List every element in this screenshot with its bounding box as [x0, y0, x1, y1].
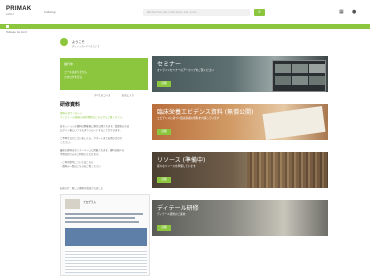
thumbnail-table	[65, 249, 147, 273]
banner-subtitle: エビデンスに基づく臨床栄養の資料を公開しています	[157, 117, 220, 120]
search-button[interactable]: ⌕	[254, 9, 265, 16]
banner-subtitle: ディテール研修のご案内	[157, 213, 186, 216]
thumbnail-text-line	[65, 221, 139, 223]
thumbnail-image	[65, 199, 80, 209]
brand-logo-subtitle: Institut	[6, 13, 14, 16]
section-text-line: ログイン後にいつでもダウンロードすることができます。	[60, 129, 122, 132]
banner-title: 臨床栄養エビデンス資料 (無償公開)	[157, 109, 254, 116]
section-text-line: 学習目的でのみご利用いただけます。	[60, 153, 101, 156]
thumbnail-highlight-block	[65, 228, 147, 246]
favorites-link[interactable]: お気に入り	[122, 93, 134, 97]
banner-button[interactable]: 詳細	[157, 129, 171, 135]
card-links: すべてのコース お気に入り	[60, 93, 148, 99]
section-text-line: ください。	[60, 141, 72, 144]
banner-button[interactable]: 詳細	[157, 177, 171, 183]
thumbnail-text-line	[65, 217, 135, 219]
clinical-nutrition-banner[interactable]: 臨床栄養エビデンス資料 (無償公開) エビデンスに基づく臨床栄養の資料を公開して…	[152, 104, 328, 140]
bookshelf-image	[247, 152, 328, 188]
thumbnail-text-line	[65, 213, 143, 215]
banner-title: リソース (準備中)	[157, 157, 206, 164]
papers-image	[262, 105, 326, 140]
menu-icon[interactable]	[6, 25, 9, 28]
banner-subtitle: 様々なリソースを準備しています	[157, 165, 196, 168]
banner-title: セミナー	[157, 61, 182, 68]
brand-logo[interactable]: PRIMAK	[6, 6, 31, 12]
nav-item-catalog[interactable]: Catalog	[44, 10, 56, 14]
laptop-image	[272, 60, 326, 92]
accent-bar	[0, 24, 370, 29]
breadcrumb[interactable]: Tableau de bord	[6, 31, 27, 34]
banner-button[interactable]: 詳細	[157, 225, 171, 231]
progress-card-link[interactable]: カタログを見る	[64, 75, 82, 79]
banner-subtitle: オンラインセミナーのアーカイブをご覧ください	[157, 69, 214, 72]
progress-card-title: 進行中	[64, 62, 74, 66]
resources-banner[interactable]: リソース (準備中) 様々なリソースを準備しています 詳細	[152, 152, 328, 188]
section-footer-note: お知らせ：新しい資料が追加されました	[60, 187, 103, 190]
materials-list-link[interactable]: ・資料の一覧はこちらをご覧ください	[60, 164, 101, 168]
banner-button[interactable]: 詳細	[157, 81, 171, 87]
progress-card-text: コースはありません	[64, 71, 88, 74]
top-navigation-bar: PRIMAK Institut Catalog Recherchez des c…	[0, 0, 370, 25]
document-thumbnail[interactable]: プログラム	[60, 194, 150, 276]
user-icon[interactable]: ●	[352, 9, 356, 15]
progress-card: 進行中 コースはありません カタログを見る	[60, 58, 148, 90]
detail-training-banner[interactable]: ディテール研修 ディテール研修のご案内 詳細	[152, 200, 328, 236]
seminar-banner[interactable]: セミナー オンラインセミナーのアーカイブをご覧ください 詳細	[152, 56, 328, 92]
all-courses-link[interactable]: すべてのコース	[94, 93, 110, 97]
avatar[interactable]	[60, 38, 68, 46]
search-input[interactable]: Recherchez des collections, des cours…	[143, 9, 250, 16]
section-intro-text: ウェビナーの録画と研修資料はこちらからご覧ください	[60, 116, 123, 119]
profile-subtitle: ダッシュボードへようこそ	[72, 45, 100, 48]
thumbnail-title: プログラム	[83, 201, 96, 204]
banner-title: ディテール研修	[157, 205, 199, 212]
section-title: 研修資料	[60, 102, 81, 108]
grid-icon[interactable]: ▦	[339, 9, 344, 15]
